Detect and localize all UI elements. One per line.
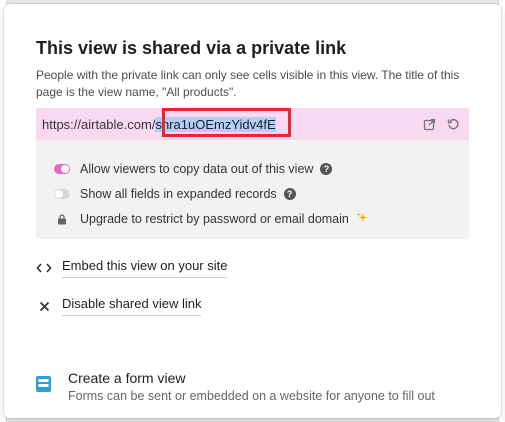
option-upgrade-restrict[interactable]: Upgrade to restrict by password or email… <box>54 210 368 228</box>
embed-view-button[interactable]: Embed this view on your site <box>36 258 228 278</box>
share-link-bar[interactable]: https://airtable.com/shra1uOEmzYidv4fE <box>36 108 469 140</box>
code-brackets-icon <box>36 260 52 276</box>
option-show-all-fields[interactable]: Show all fields in expanded records ? <box>54 185 296 203</box>
sparkle-icon <box>356 212 368 227</box>
share-link-url-prefix: https://airtable.com/ <box>42 117 156 132</box>
allow-copy-toggle[interactable] <box>54 164 70 174</box>
option-allow-copy-label: Allow viewers to copy data out of this v… <box>80 162 314 176</box>
share-link-panel: https://airtable.com/shra1uOEmzYidv4fE A… <box>36 108 469 239</box>
open-external-icon[interactable] <box>421 116 437 132</box>
regenerate-icon[interactable] <box>445 116 461 132</box>
close-icon <box>36 298 52 314</box>
dialog-description: People with the private link can only se… <box>36 68 460 99</box>
help-icon[interactable]: ? <box>283 188 296 200</box>
disable-link-label: Disable shared view link <box>62 296 202 316</box>
disable-link-button[interactable]: Disable shared view link <box>36 296 202 316</box>
embed-view-label: Embed this view on your site <box>62 258 228 278</box>
show-all-fields-toggle[interactable] <box>54 189 70 199</box>
option-allow-copy[interactable]: Allow viewers to copy data out of this v… <box>54 160 333 178</box>
form-view-title: Create a form view <box>68 370 186 386</box>
highlight-annotation <box>162 108 291 137</box>
lock-icon <box>54 213 70 225</box>
option-upgrade-restrict-label: Upgrade to restrict by password or email… <box>80 212 349 226</box>
dialog-title: This view is shared via a private link <box>36 38 347 58</box>
option-show-all-fields-label: Show all fields in expanded records <box>80 187 277 201</box>
form-icon <box>36 376 51 392</box>
form-view-description: Forms can be sent or embedded on a websi… <box>68 389 435 403</box>
help-icon[interactable]: ? <box>320 163 333 175</box>
share-view-dialog: This view is shared via a private link P… <box>4 4 501 418</box>
